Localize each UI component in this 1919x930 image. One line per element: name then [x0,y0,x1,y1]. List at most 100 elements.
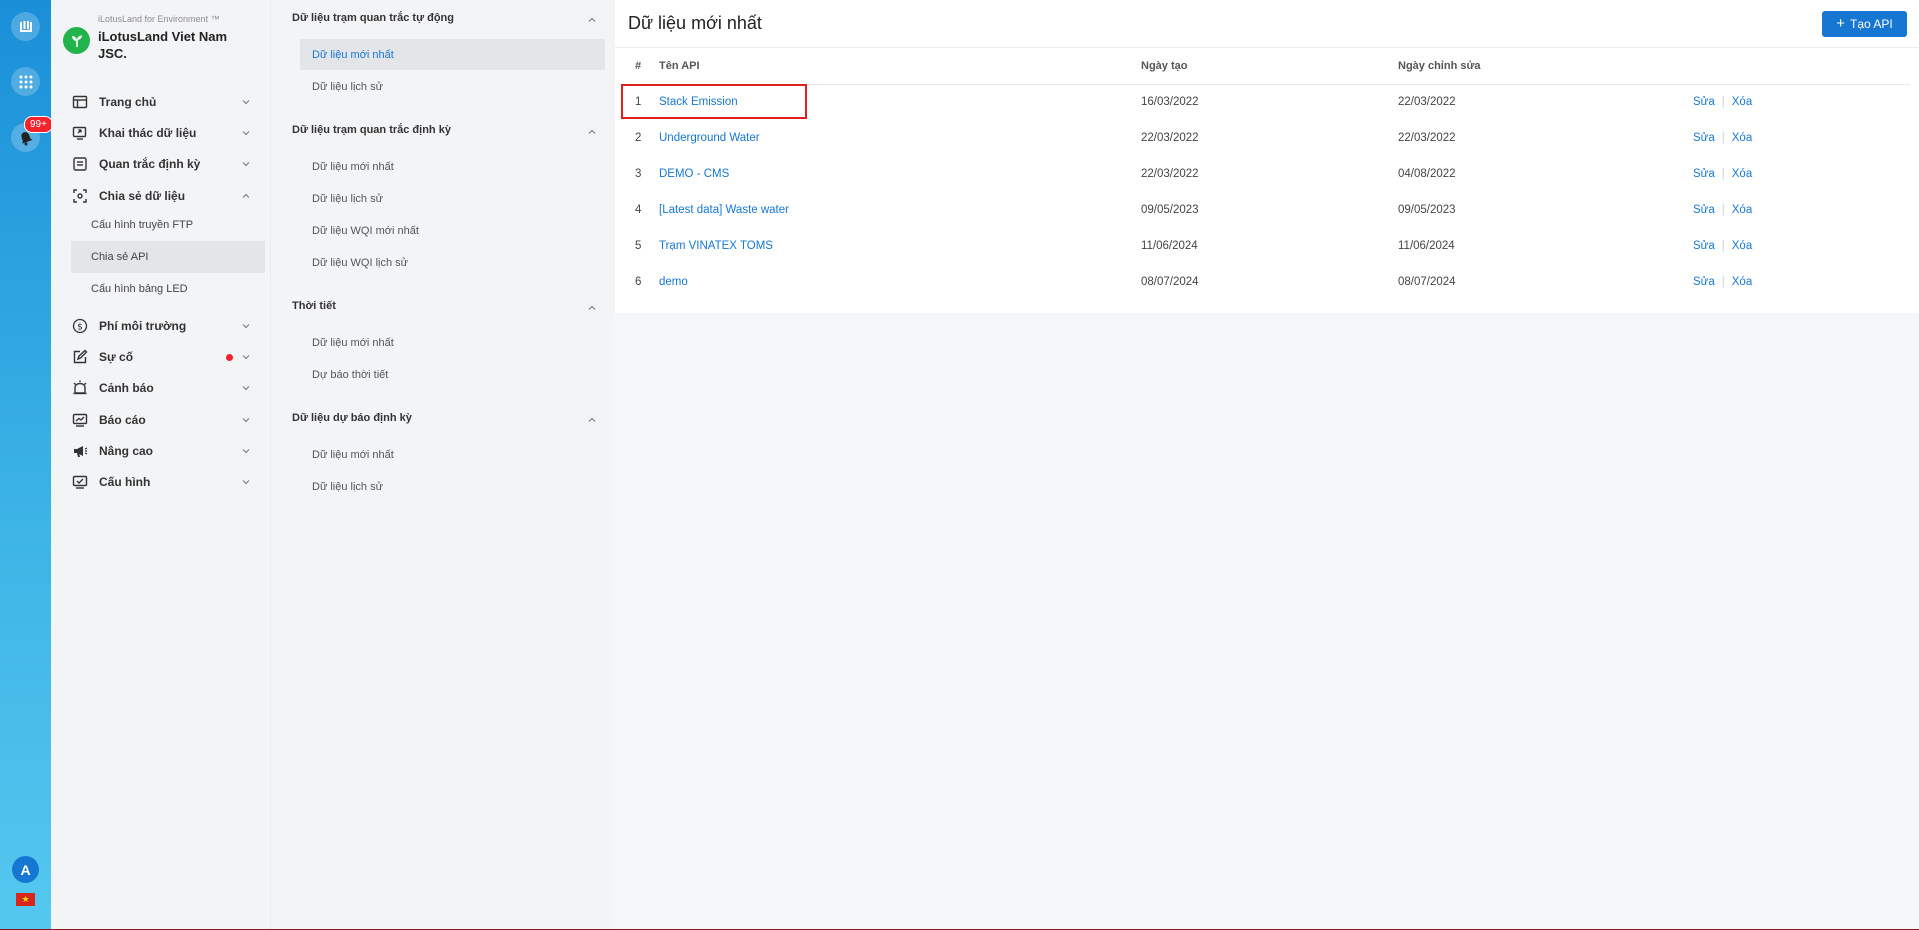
group-label: Dữ liệu dự báo định kỳ [292,412,412,424]
sub-item-api-share[interactable]: Chia sẻ API [71,241,265,273]
delete-link[interactable]: Xóa [1732,132,1752,144]
col-name: Tên API [659,48,1141,85]
api-name-link[interactable]: Stack Emission [659,96,738,108]
delete-link[interactable]: Xóa [1732,96,1752,108]
row-actions: Sửa | Xóa [1693,192,1910,228]
menu-item-auto-latest[interactable]: Dữ liệu mới nhất [300,39,605,70]
api-name-link[interactable]: [Latest data] Waste water [659,204,789,216]
menu-item-weather-forecast[interactable]: Dự báo thời tiết [300,359,605,390]
create-api-button[interactable]: + Tạo API [1822,11,1907,37]
app-logo-icon[interactable] [11,12,40,41]
app-rail: 99+ A ★ [0,0,53,930]
nav-item-periodic-monitoring[interactable]: Quan trắc định kỳ [51,147,270,181]
row-actions: Sửa | Xóa [1693,228,1910,264]
chevron-down-icon [242,449,250,454]
edit-link[interactable]: Sửa [1693,168,1715,180]
table-row: 4 [Latest data] Waste water 09/05/2023 09/0… [622,192,1910,228]
nav-item-incident[interactable]: Sự cố [51,340,270,374]
col-index: # [622,48,659,85]
row-modified: 08/07/2024 [1398,276,1456,288]
brand-name: iLotusLand Viet Nam JSC. [98,29,228,61]
delete-link[interactable]: Xóa [1732,240,1752,252]
action-separator: | [1721,240,1725,252]
nav-item-env-fee[interactable]: $ Phí môi trường [51,309,270,343]
menu-item-wqi-history[interactable]: Dữ liệu WQI lịch sử [300,247,605,278]
api-name-link[interactable]: Trạm VINATEX TOMS [659,240,773,252]
nav-item-label: Cấu hình [99,475,151,489]
data-share-icon [73,189,87,203]
language-flag-icon[interactable]: ★ [16,893,35,906]
action-separator: | [1721,96,1725,109]
menu-item-periodic-latest[interactable]: Dữ liệu mới nhất [300,151,605,182]
nav-item-alarm[interactable]: Cảnh báo [51,371,270,405]
row-actions: Sửa | Xóa [1693,120,1910,156]
group-auto-station[interactable]: Dữ liệu trạm quan trắc tự động [271,10,616,30]
row-created: 09/05/2023 [1141,204,1199,216]
sub-item-led-config[interactable]: Cấu hình bảng LED [71,273,265,305]
nav-item-label: Trang chủ [99,95,157,109]
nav-item-home[interactable]: Trang chủ [51,85,270,119]
nav-item-label: Nâng cao [99,444,154,458]
nav-item-label: Khai thác dữ liệu [99,126,197,140]
table-header-row: # Tên API Ngày tạo Ngày chỉnh sửa [622,48,1910,85]
group-periodic-station[interactable]: Dữ liệu trạm quan trắc định kỳ [271,122,616,142]
chevron-up-icon [588,17,596,22]
delete-link[interactable]: Xóa [1732,276,1752,288]
chevron-down-icon [242,162,250,167]
table-row: 5 Trạm VINATEX TOMS 11/06/2024 11/06/2024 Sử… [622,228,1910,264]
menu-item-weather-latest[interactable]: Dữ liệu mới nhất [300,327,605,358]
api-name-link[interactable]: DEMO - CMS [659,168,729,180]
col-modified: Ngày chỉnh sửa [1398,48,1693,85]
nav-item-report[interactable]: Báo cáo [51,403,270,437]
sub-item-ftp-config[interactable]: Cấu hình truyền FTP [71,209,265,241]
menu-item-wqi-latest[interactable]: Dữ liệu WQI mới nhất [300,215,605,246]
row-modified: 09/05/2023 [1398,204,1456,216]
col-actions [1693,48,1910,85]
data-mining-icon [72,126,87,140]
nav-item-label: Quan trắc định kỳ [99,157,201,171]
chevron-down-icon [242,324,250,329]
menu-item-forecast-latest[interactable]: Dữ liệu mới nhất [300,439,605,470]
row-actions: Sửa | Xóa [1693,84,1910,120]
menu-item-periodic-history[interactable]: Dữ liệu lịch sử [300,183,605,214]
apps-grid-icon[interactable] [11,67,40,96]
home-icon [72,95,88,109]
menu-item-auto-history[interactable]: Dữ liệu lịch sử [300,71,605,102]
chevron-down-icon [242,100,250,105]
edit-link[interactable]: Sửa [1693,96,1715,108]
nav-item-data-share[interactable]: Chia sẻ dữ liệu [51,179,270,213]
table-row: 1 Stack Emission 16/03/2022 22/03/2022 Sửa | X… [622,84,1910,120]
chevron-down-icon [242,386,250,391]
delete-link[interactable]: Xóa [1732,168,1752,180]
api-name-link[interactable]: demo [659,276,688,288]
delete-link[interactable]: Xóa [1732,204,1752,216]
chevron-up-icon [588,417,596,422]
menu-item-forecast-history[interactable]: Dữ liệu lịch sử [300,471,605,502]
row-index: 1 [635,96,642,109]
nav-item-config[interactable]: Cấu hình [51,465,270,499]
table-row: 3 DEMO - CMS 22/03/2022 04/08/2022 Sửa | Xóa [622,156,1910,192]
row-name-cell: Trạm VINATEX TOMS [659,228,1141,264]
nav-item-advanced[interactable]: Nâng cao [51,434,270,468]
chevron-up-icon [242,193,250,198]
group-periodic-forecast[interactable]: Dữ liệu dự báo định kỳ [271,410,616,430]
dollar-icon: $ [72,318,88,334]
avatar[interactable]: A [12,856,39,883]
row-name-cell: demo [659,264,1141,300]
group-weather[interactable]: Thời tiết [271,298,616,318]
create-api-label: Tạo API [1850,17,1893,31]
edit-link[interactable]: Sửa [1693,132,1715,144]
group-label: Dữ liệu trạm quan trắc định kỳ [292,124,451,136]
row-index: 3 [635,168,642,180]
row-created: 22/03/2022 [1141,132,1199,144]
edit-link[interactable]: Sửa [1693,276,1715,288]
row-name-cell: Stack Emission [659,84,1141,120]
api-list-panel: Dữ liệu mới nhất + Tạo API # Tên API Ngà… [615,0,1919,313]
nav-item-data-mining[interactable]: Khai thác dữ liệu [51,116,270,150]
row-index: 4 [635,204,642,216]
edit-link[interactable]: Sửa [1693,204,1715,216]
edit-link[interactable]: Sửa [1693,240,1715,252]
chevron-down-icon [242,480,250,485]
api-name-link[interactable]: Underground Water [659,132,760,144]
action-separator: | [1721,204,1725,216]
